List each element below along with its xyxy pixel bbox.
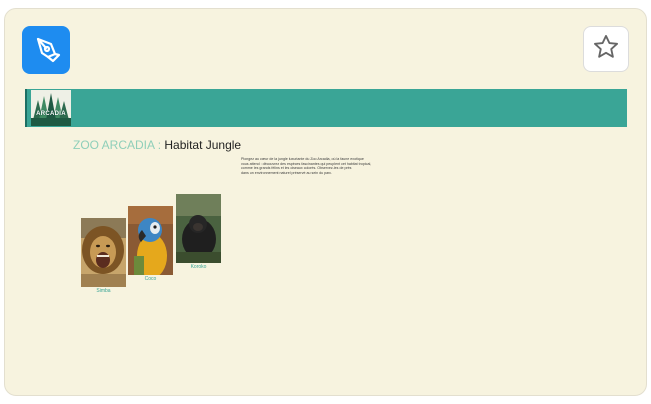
- arcadia-logo[interactable]: ARCADIA: [31, 90, 71, 126]
- animal-card-koroko[interactable]: Koroko: [176, 194, 221, 278]
- favorite-button[interactable]: [583, 26, 629, 72]
- header-banner: ARCADIA: [25, 89, 627, 127]
- logo-text: ARCADIA: [36, 111, 66, 117]
- title-habitat: Habitat Jungle: [164, 138, 242, 152]
- animal-name[interactable]: Koroko: [176, 264, 221, 270]
- card: ARCADIA ZOO ARCADIA : Habitat Jungle Plo…: [4, 8, 647, 396]
- app-button[interactable]: [22, 26, 70, 74]
- parrot-photo[interactable]: [128, 206, 173, 280]
- star-outline-icon: [592, 33, 620, 66]
- title-brand: ZOO ARCADIA: [73, 138, 155, 152]
- title-separator: :: [157, 138, 162, 152]
- page-title: ZOO ARCADIA : Habitat Jungle: [73, 138, 241, 152]
- lion-photo[interactable]: [81, 218, 126, 292]
- animal-name[interactable]: Coco: [128, 276, 173, 282]
- gorilla-photo[interactable]: [176, 194, 221, 268]
- animal-card-simba[interactable]: Simba: [81, 218, 126, 302]
- pen-nib-icon: [31, 33, 61, 68]
- habitat-description: Plongez au cœur de la jungle luxuriante …: [241, 157, 401, 175]
- animal-name[interactable]: Simba: [81, 288, 126, 294]
- description-line: dans un environnement naturel préservé a…: [241, 170, 333, 175]
- animal-card-coco[interactable]: Coco: [128, 206, 173, 290]
